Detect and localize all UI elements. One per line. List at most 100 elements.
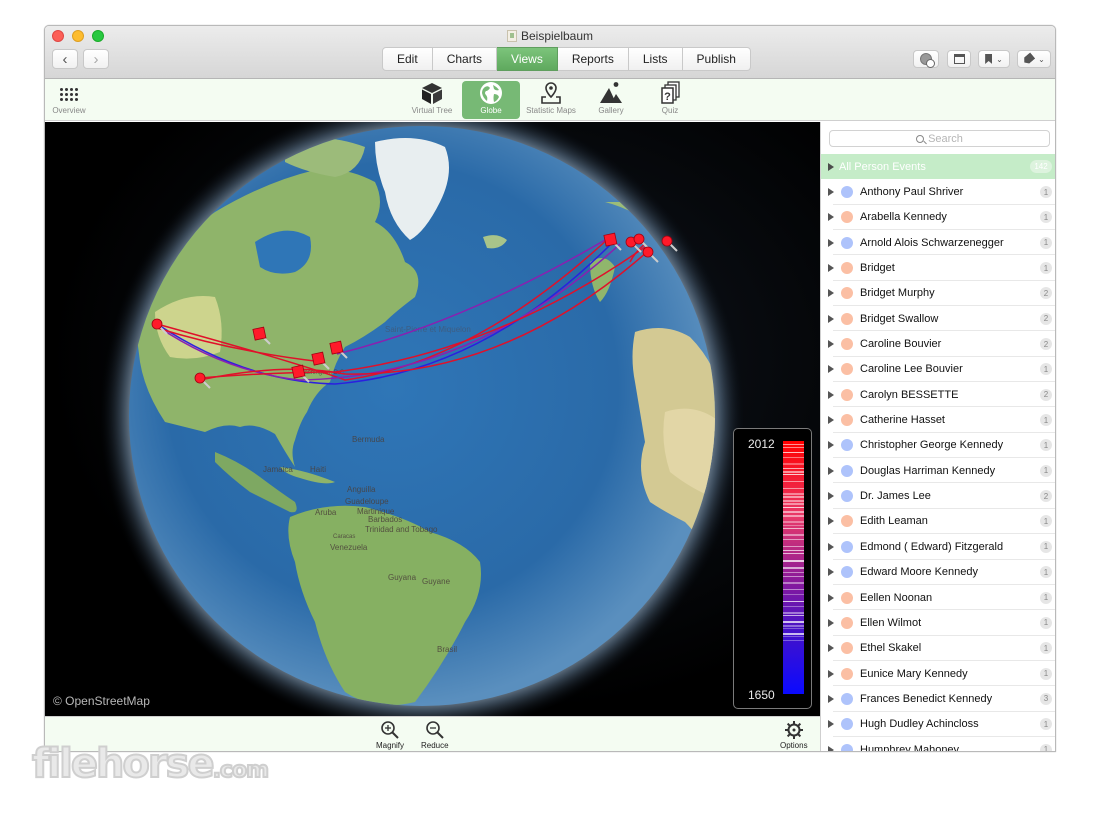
list-item-person[interactable]: Edward Moore Kennedy 1 [821,560,1055,586]
view-gallery[interactable]: Gallery [585,81,637,119]
list-item-person[interactable]: Bridget Swallow 2 [821,306,1055,332]
svg-text:?: ? [664,91,671,103]
gender-dot-icon [841,388,853,401]
tab-lists[interactable]: Lists [628,47,683,71]
disclosure-triangle-icon[interactable] [828,644,834,653]
place-label: Haiti [310,465,326,474]
legend-min-year: 1650 [748,688,775,702]
list-item-person[interactable]: Bridget Murphy 2 [821,281,1055,307]
disclosure-triangle-icon[interactable] [828,314,834,323]
disclosure-triangle-icon[interactable] [828,517,834,526]
view-globe[interactable]: Globe [462,81,520,119]
disclosure-triangle-icon[interactable] [828,365,834,374]
list-item-person[interactable]: Arabella Kennedy 1 [821,205,1055,231]
event-count-badge: 1 [1040,743,1052,751]
legend-stripe [783,625,804,627]
view-statistic-maps[interactable]: Statistic Maps [523,81,579,119]
disclosure-triangle-icon[interactable] [828,441,834,450]
list-item-person[interactable]: Edmond ( Edward) Fitzgerald 1 [821,534,1055,560]
list-item-person[interactable]: Carolyn BESSETTE 2 [821,382,1055,408]
list-item-person[interactable]: Eellen Noonan 1 [821,585,1055,611]
event-count-badge: 1 [1040,718,1052,731]
legend-max-year: 2012 [748,437,775,451]
person-name: Hugh Dudley Achincloss [860,718,979,731]
bookmark-button[interactable]: ⌄ [978,50,1010,68]
disclosure-triangle-icon[interactable] [828,669,834,678]
forward-button[interactable]: › [83,49,109,69]
list-item-person[interactable]: Dr. James Lee 2 [821,483,1055,510]
view-quiz[interactable]: ? Quiz [645,81,695,119]
disclosure-triangle-icon[interactable] [828,466,834,475]
event-count-badge: 1 [1040,515,1052,528]
list-item-person[interactable]: Christopher George Kennedy 1 [821,433,1055,459]
reduce-button[interactable]: Reduce [421,720,449,750]
disclosure-triangle-icon[interactable] [828,542,834,551]
tab-reports[interactable]: Reports [557,47,629,71]
tab-charts[interactable]: Charts [432,47,498,71]
legend-stripe [783,633,804,635]
list-item-person[interactable]: Bridget 1 [821,255,1055,282]
event-count-badge: 1 [1040,414,1052,427]
list-item-person[interactable]: Caroline Lee Bouvier 1 [821,357,1055,383]
event-count-badge: 1 [1040,667,1052,680]
layout-button[interactable] [947,50,971,68]
disclosure-triangle-icon[interactable] [828,618,834,627]
view-virtual-tree[interactable]: Virtual Tree [407,81,457,119]
list-item-person[interactable]: Douglas Harriman Kennedy 1 [821,458,1055,484]
disclosure-triangle-icon[interactable] [828,264,834,273]
globe-settings-button[interactable] [913,50,939,68]
disclosure-triangle-icon[interactable] [828,162,834,171]
list-item-person[interactable]: Humphrey Mahoney 1 [821,737,1055,751]
disclosure-triangle-icon[interactable] [828,238,834,247]
disclosure-triangle-icon[interactable] [828,188,834,197]
list-item-person[interactable]: Hugh Dudley Achincloss 1 [821,712,1055,738]
magnify-button[interactable]: Magnify [376,720,404,750]
list-item-all-events[interactable]: All Person Events 142 [821,154,1055,180]
list-item-person[interactable]: Arnold Alois Schwarzenegger 1 [821,230,1055,256]
list-item-person[interactable]: Ellen Wilmot 1 [821,610,1055,636]
gender-dot-icon [841,414,853,427]
overview-button[interactable]: Overview [49,81,89,119]
place-label: Guyana [388,573,417,582]
map-pin-icon [538,81,564,105]
tab-edit[interactable]: Edit [382,47,433,71]
tab-publish[interactable]: Publish [682,47,751,71]
disclosure-triangle-icon[interactable] [828,213,834,222]
search-placeholder: Search [928,132,963,145]
disclosure-triangle-icon[interactable] [828,568,834,577]
disclosure-triangle-icon[interactable] [828,720,834,729]
disclosure-triangle-icon[interactable] [828,416,834,425]
document-icon [506,30,517,42]
person-name: Arnold Alois Schwarzenegger [860,236,1004,249]
back-button[interactable]: ‹ [52,49,78,69]
tab-views[interactable]: Views [497,47,558,71]
disclosure-triangle-icon[interactable] [828,390,834,399]
list-item-person[interactable]: Anthony Paul Shriver 1 [821,179,1055,206]
list-item-person[interactable]: Edith Leaman 1 [821,509,1055,535]
globe-canvas[interactable]: Bermuda Saint-Pierre et Miquelon Jamaica… [45,122,820,716]
place-label: Jamaica [263,465,293,474]
place-label: Aruba [315,508,337,517]
event-count-badge: 1 [1040,236,1052,249]
options-button[interactable]: Options [780,720,808,750]
gender-dot-icon [841,287,853,300]
list-item-person[interactable]: Caroline Bouvier 2 [821,331,1055,358]
legend-stripe [783,474,804,475]
gender-dot-icon [841,667,853,680]
legend-stripe [783,471,804,473]
disclosure-triangle-icon[interactable] [828,593,834,602]
disclosure-triangle-icon[interactable] [828,340,834,349]
list-item-person[interactable]: Ethel Skakel 1 [821,636,1055,662]
disclosure-triangle-icon[interactable] [828,694,834,703]
disclosure-triangle-icon[interactable] [828,289,834,298]
tag-button[interactable]: ⌄ [1017,50,1051,68]
disclosure-triangle-icon[interactable] [828,492,834,501]
list-item-person[interactable]: Frances Benedict Kennedy 3 [821,686,1055,712]
list-item-person[interactable]: Eunice Mary Kennedy 1 [821,661,1055,687]
person-name: Bridget [860,262,895,275]
search-input[interactable]: Search [829,130,1050,147]
disclosure-triangle-icon[interactable] [828,745,834,751]
gender-dot-icon [841,718,853,731]
list-item-person[interactable]: Catherine Hasset 1 [821,407,1055,434]
globe-map-view[interactable]: Bermuda Saint-Pierre et Miquelon Jamaica… [45,122,820,716]
